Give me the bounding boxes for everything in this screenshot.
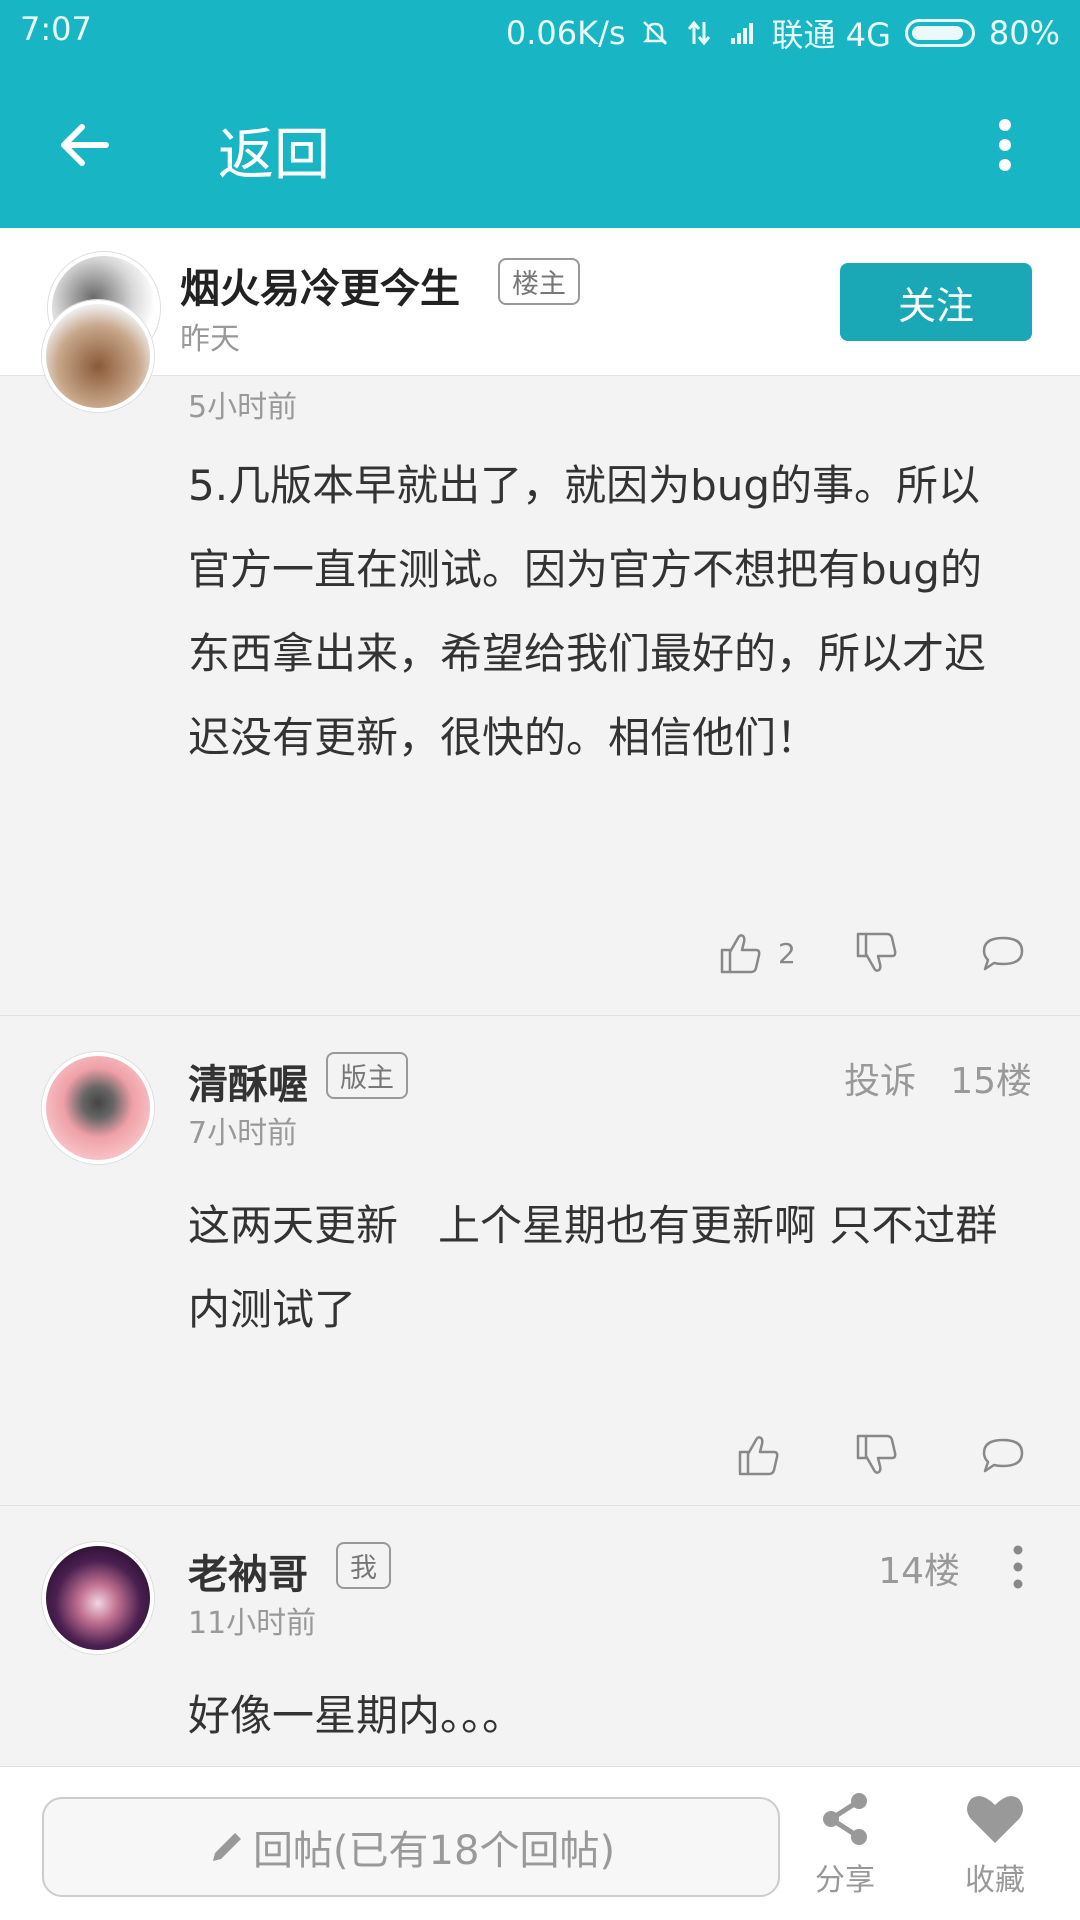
reply-post: 清酥喔 版主 7小时前 投诉 15楼 这两天更新 上个星期也有更新啊 只不过群内…: [0, 1016, 1080, 1506]
network-speed: 0.06K/s: [505, 14, 626, 52]
comment-button[interactable]: [978, 926, 1028, 980]
status-time: 7:07: [20, 10, 92, 48]
signal-icon: [730, 23, 753, 44]
moderator-badge: 版主: [326, 1052, 408, 1099]
status-right: 0.06K/s 联通 4G 80%: [506, 10, 1060, 56]
dislike-button[interactable]: [852, 1428, 902, 1482]
thumbs-down-icon: [856, 932, 897, 972]
reply-meta: 投诉 15楼: [844, 1052, 1032, 1104]
like-count: 2: [778, 936, 796, 970]
carrier-label: 联通 4G: [771, 16, 891, 54]
comment-bubble-icon: [982, 1438, 1024, 1473]
follow-button[interactable]: 关注: [840, 263, 1032, 341]
reply-content: 5.几版本早就出了，就因为bug的事。所以官方一直在测试。因为官方不想把有bug…: [188, 461, 987, 762]
reply-time: 11小时前: [188, 1606, 317, 1641]
mute-bell-icon: [642, 21, 667, 45]
favorite-label: 收藏: [965, 1863, 1025, 1898]
share-button[interactable]: 分享: [790, 1787, 900, 1899]
battery-level: 80%: [988, 14, 1060, 52]
report-link[interactable]: 投诉: [844, 1052, 916, 1104]
share-icon: [823, 1793, 867, 1845]
more-options-icon[interactable]: [1008, 1542, 1028, 1592]
author-card: 烟火易冷更今生 楼主 昨天 关注: [0, 228, 1080, 376]
floor-number: 14楼: [878, 1551, 960, 1592]
data-transfer-icon: [687, 20, 710, 46]
battery-icon: [904, 19, 975, 47]
like-button[interactable]: [734, 1428, 784, 1482]
reply-post: 老衲哥 我 11小时前 14楼 好像一星期内。。。: [0, 1506, 1080, 1766]
bottom-bar: 回帖(已有18个回帖) 分享 收藏: [0, 1766, 1080, 1920]
app-bar: 7:07 0.06K/s 联通 4G 80% 返回: [0, 0, 1080, 228]
thumbs-down-icon: [856, 1434, 897, 1474]
pencil-icon: [212, 1833, 241, 1861]
dislike-button[interactable]: [852, 926, 902, 980]
reply-actions: [0, 1428, 1080, 1488]
reply-content: 好像一星期内。。。: [188, 1691, 525, 1740]
reply-actions: 2: [0, 926, 1080, 986]
comment-bubble-icon: [982, 936, 1024, 971]
like-button[interactable]: 2: [716, 926, 796, 980]
reply-post: 5小时前 5.几版本早就出了，就因为bug的事。所以官方一直在测试。因为官方不想…: [0, 300, 1080, 1016]
op-badge: 楼主: [498, 258, 580, 305]
self-badge: 我: [336, 1542, 391, 1589]
author-name[interactable]: 烟火易冷更今生: [180, 256, 460, 314]
toolbar: 返回: [0, 70, 1080, 220]
reply-meta: 14楼: [878, 1542, 960, 1594]
reply-placeholder: 回帖(已有18个回帖): [252, 1828, 616, 1874]
reply-time: 5小时前: [188, 390, 298, 425]
reply-avatar[interactable]: [42, 300, 154, 412]
more-options-icon[interactable]: [990, 115, 1020, 175]
comment-button[interactable]: [978, 1428, 1028, 1482]
reply-avatar[interactable]: [42, 1052, 154, 1164]
reply-time: 7小时前: [188, 1116, 298, 1151]
reply-input[interactable]: 回帖(已有18个回帖): [42, 1797, 780, 1897]
favorite-button[interactable]: 收藏: [940, 1787, 1050, 1899]
author-post-time: 昨天: [180, 322, 240, 357]
thumbs-up-icon: [738, 1436, 779, 1476]
back-arrow-icon[interactable]: [54, 115, 114, 175]
reply-content: 这两天更新 上个星期也有更新啊 只不过群内测试了: [188, 1201, 998, 1334]
share-label: 分享: [815, 1863, 875, 1898]
reply-username[interactable]: 清酥喔: [188, 1052, 308, 1110]
reply-username[interactable]: 老衲哥: [188, 1542, 308, 1600]
reply-avatar[interactable]: [42, 1542, 154, 1654]
status-bar: 7:07 0.06K/s 联通 4G 80%: [0, 0, 1080, 60]
heart-icon: [967, 1796, 1023, 1843]
back-label[interactable]: 返回: [218, 110, 330, 191]
thumbs-up-icon: [720, 934, 761, 974]
floor-number: 15楼: [950, 1061, 1032, 1102]
